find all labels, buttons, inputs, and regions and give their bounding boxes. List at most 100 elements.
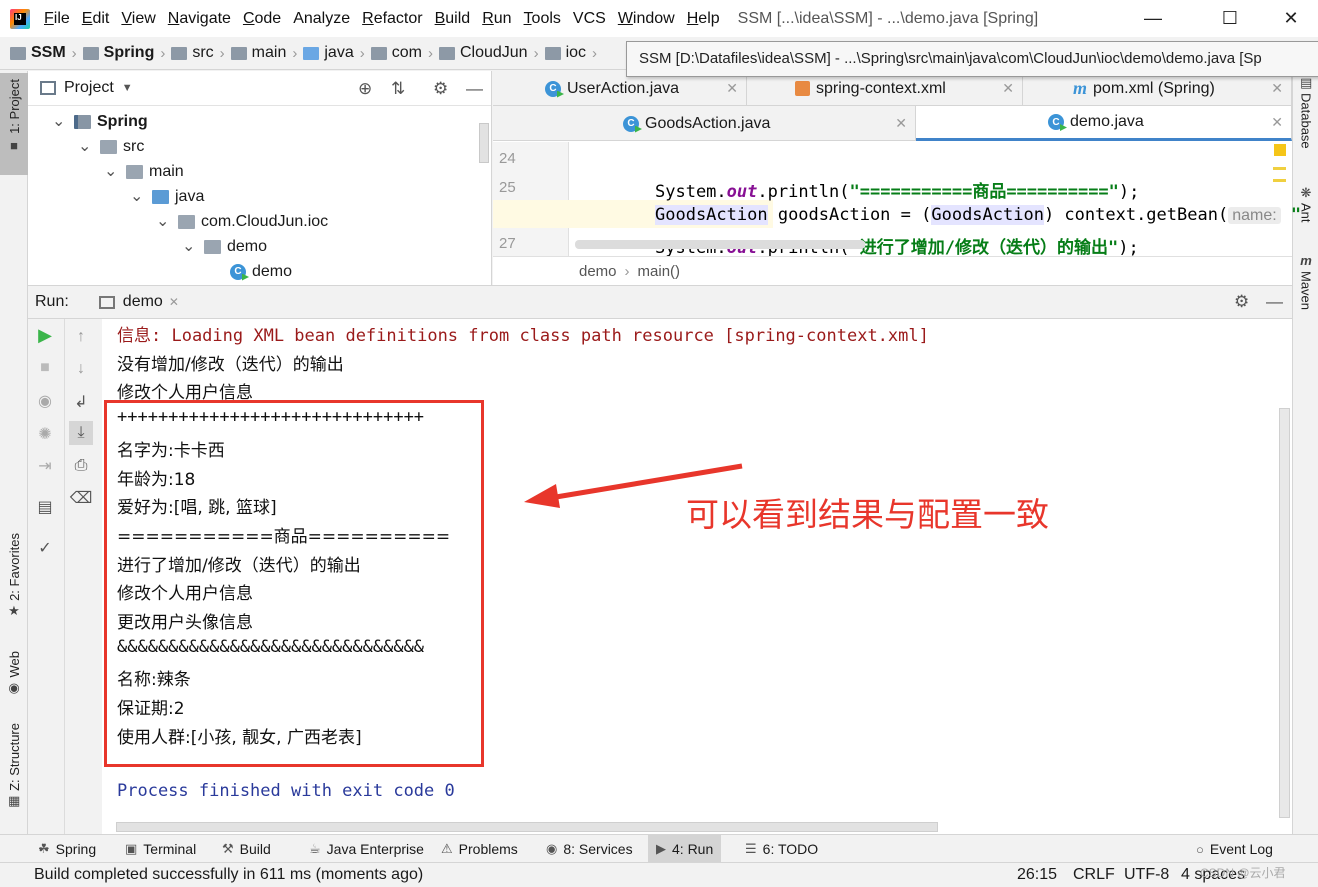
- breadcrumb-method[interactable]: main(): [638, 263, 681, 280]
- hide-pane-icon[interactable]: —: [466, 79, 483, 99]
- project-tool-tab[interactable]: 1: Project ■: [0, 73, 28, 175]
- tree-item[interactable]: ⌄ Spring: [52, 109, 148, 134]
- menu-refactor[interactable]: Refactor: [362, 10, 422, 28]
- tree-item[interactable]: ⌄ demo: [182, 234, 267, 259]
- close-tab-icon[interactable]: ✕: [1271, 80, 1283, 97]
- up-arrow-icon[interactable]: ↑: [69, 325, 93, 349]
- close-tab-icon[interactable]: ✕: [726, 80, 738, 97]
- menu-code[interactable]: Code: [243, 10, 281, 28]
- project-pane-title[interactable]: Project: [64, 79, 114, 97]
- down-arrow-icon[interactable]: ↓: [69, 357, 93, 381]
- menu-view[interactable]: View: [121, 10, 155, 28]
- tab-goodsaction[interactable]: C GoodsAction.java ✕: [493, 106, 916, 141]
- editor-scrollbar[interactable]: [575, 240, 865, 249]
- tool-tab[interactable]: ▶ 4: Run: [648, 835, 722, 863]
- chevron-down-icon[interactable]: ⌄: [52, 113, 66, 129]
- breadcrumb-item[interactable]: CloudJun ›: [438, 44, 539, 62]
- tree-item[interactable]: ⌄ src: [78, 134, 144, 159]
- close-window-button[interactable]: ✕: [1268, 0, 1314, 37]
- close-tab-icon[interactable]: ✕: [169, 295, 179, 309]
- code-line-25[interactable]: System.out.println("===========商品=======…: [655, 177, 1139, 202]
- code-line-26[interactable]: GoodsAction goodsAction = (GoodsAction) …: [655, 205, 1301, 225]
- tool-tab[interactable]: ☘ Spring: [30, 835, 104, 863]
- layout-icon[interactable]: ▤: [33, 495, 57, 519]
- scroll-to-end-icon[interactable]: ⤓: [69, 421, 93, 445]
- stop-icon[interactable]: ■: [33, 356, 57, 380]
- chevron-down-icon[interactable]: ⌄: [156, 213, 170, 229]
- chevron-down-icon[interactable]: ⌄: [182, 238, 196, 254]
- chevron-down-icon[interactable]: ⌄: [78, 138, 92, 154]
- import-icon[interactable]: ⇥: [33, 454, 57, 478]
- run-tab-demo[interactable]: demo ✕: [98, 293, 179, 311]
- favorites-tool-tab[interactable]: 2: Favorites ★: [0, 533, 28, 621]
- file-encoding[interactable]: UTF-8: [1124, 866, 1169, 884]
- trash-icon[interactable]: ⌫: [69, 486, 93, 510]
- gear-icon[interactable]: ⚙: [1234, 292, 1249, 312]
- tool-tab[interactable]: ⚒ Build: [214, 835, 279, 863]
- breadcrumb-class[interactable]: demo: [579, 263, 617, 280]
- breadcrumb-item[interactable]: com ›: [370, 44, 433, 62]
- tool-tab[interactable]: ☰ 6: TODO: [737, 835, 826, 863]
- menu-file[interactable]: File: [44, 10, 70, 28]
- line-separator[interactable]: CRLF: [1073, 866, 1115, 884]
- locate-icon[interactable]: ⊕: [358, 79, 372, 99]
- breadcrumb-item[interactable]: main ›: [230, 44, 297, 62]
- settings-icon[interactable]: ✺: [33, 422, 57, 446]
- camera-icon[interactable]: ◉: [33, 389, 57, 413]
- event-log-tab[interactable]: ○ Event Log: [1188, 835, 1281, 863]
- breadcrumb-item[interactable]: java ›: [303, 44, 365, 62]
- marker[interactable]: [1273, 167, 1286, 170]
- tree-item[interactable]: Cdemo: [230, 259, 292, 284]
- close-tab-icon[interactable]: ✕: [1271, 114, 1283, 131]
- print-icon[interactable]: ⎙: [69, 454, 93, 478]
- marker[interactable]: [1273, 179, 1286, 182]
- tree-item[interactable]: ⌄ com.CloudJun.ioc: [156, 209, 328, 234]
- process-finished-line: Process finished with exit code 0: [117, 781, 455, 801]
- minimize-button[interactable]: —: [1130, 0, 1176, 37]
- breadcrumb-label: CloudJun: [459, 44, 528, 61]
- breadcrumb-item[interactable]: SSM ›: [10, 44, 77, 62]
- structure-tool-tab[interactable]: Z: Structure ▦: [0, 723, 28, 811]
- menu-help[interactable]: Help: [687, 10, 720, 28]
- console-horizontal-scrollbar[interactable]: [116, 822, 938, 832]
- soft-wrap-icon[interactable]: ↲: [69, 390, 93, 414]
- maven-tool-tab[interactable]: m Maven: [1293, 254, 1318, 310]
- tool-tab[interactable]: ⚠ Problems: [433, 835, 526, 863]
- menu-navigate[interactable]: Navigate: [168, 10, 231, 28]
- rerun-icon[interactable]: ▶: [33, 323, 57, 347]
- chevron-down-icon[interactable]: ⌄: [104, 163, 118, 179]
- tool-tab[interactable]: ▣ Terminal: [117, 835, 204, 863]
- favorites-tool-label: 2: Favorites: [6, 533, 22, 601]
- breadcrumb-item[interactable]: ioc ›: [544, 44, 597, 62]
- maximize-button[interactable]: ☐: [1207, 0, 1253, 37]
- collapse-all-icon[interactable]: ⇅: [391, 79, 405, 99]
- project-scrollbar[interactable]: [479, 123, 489, 163]
- status-message[interactable]: Build completed successfully in 611 ms (…: [34, 866, 423, 884]
- database-tool-tab[interactable]: ▤ Database: [1293, 76, 1318, 149]
- menu-edit[interactable]: Edit: [82, 10, 110, 28]
- tree-item[interactable]: ⌄ java: [130, 184, 204, 209]
- menu-analyze[interactable]: Analyze: [293, 10, 350, 28]
- pin-icon[interactable]: ✓: [33, 536, 57, 560]
- breadcrumb-item[interactable]: src ›: [171, 44, 225, 62]
- menu-tools[interactable]: Tools: [524, 10, 561, 28]
- close-tab-icon[interactable]: ✕: [895, 115, 907, 132]
- tab-demo[interactable]: C demo.java ✕: [916, 106, 1292, 141]
- console-scrollbar[interactable]: [1279, 408, 1290, 818]
- cursor-position[interactable]: 26:15: [1017, 866, 1057, 884]
- menu-build[interactable]: Build: [435, 10, 471, 28]
- web-tool-tab[interactable]: Web ◉: [0, 651, 28, 698]
- warning-marker[interactable]: [1274, 144, 1286, 156]
- tree-item[interactable]: ⌄ main: [104, 159, 184, 184]
- menu-window[interactable]: Window: [618, 10, 675, 28]
- menu-run[interactable]: Run: [482, 10, 511, 28]
- menu-vcs[interactable]: VCS: [573, 10, 606, 28]
- breadcrumb-item[interactable]: Spring ›: [82, 44, 165, 62]
- hide-pane-icon[interactable]: —: [1266, 292, 1283, 312]
- chevron-down-icon[interactable]: ▼: [122, 82, 133, 94]
- close-tab-icon[interactable]: ✕: [1002, 80, 1014, 97]
- gear-icon[interactable]: ⚙: [433, 79, 448, 99]
- tool-tab[interactable]: ◉ 8: Services: [538, 835, 641, 863]
- chevron-down-icon[interactable]: ⌄: [130, 188, 144, 204]
- tool-tab[interactable]: ☕ Java Enterprise: [301, 835, 432, 863]
